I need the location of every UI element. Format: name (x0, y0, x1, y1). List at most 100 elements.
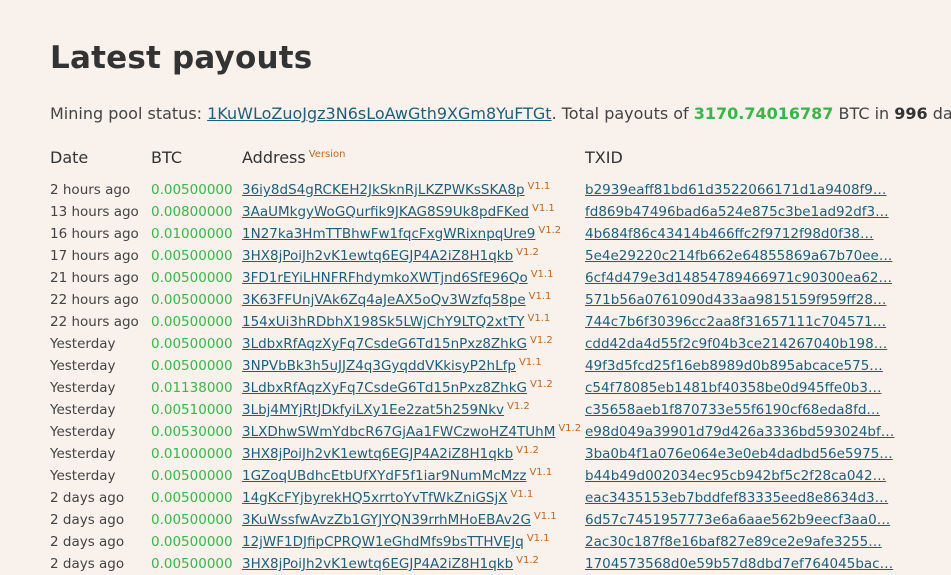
status-mid: . Total payouts of (551, 104, 694, 123)
payout-txid-cell: 5e4e29220c214fb662e64855869a67b70ee… (585, 248, 892, 264)
payout-txid-link[interactable]: 6d57c7451957773e6a6aae562b9eecf3aa0… (585, 512, 890, 528)
payout-address-link[interactable]: 3Lbj4MYjRtJDkfyiLXy1Ee2zat5h259Nkv (242, 402, 504, 418)
payout-address-link[interactable]: 3NPVbBk3h5uJJZ4q3GyqddVKkisyP2hLfp (242, 358, 516, 374)
payout-date: Yesterday (50, 380, 116, 396)
payout-amount: 0.00800000 (151, 204, 233, 220)
payout-version: V1.1 (526, 532, 550, 544)
payout-amount: 0.00500000 (151, 314, 233, 330)
payout-txid-link[interactable]: b44b49d002034ec95cb942bf5c2f28ca042… (585, 468, 886, 484)
payout-txid-link[interactable]: e98d049a39901d79d426a3336bd593024bf… (585, 424, 894, 440)
table-row: Yesterday 0.00500000 1GZoqUBdhcEtbUfXYdF5f… (0, 466, 951, 488)
payout-txid-link[interactable]: fd869b47496bad6a524e875c3be1ad92df3… (585, 204, 889, 220)
payout-version: V1.2 (538, 224, 562, 236)
payout-txid-link[interactable]: c54f78085eb1481bf40358be0d945ffe0b3… (585, 380, 881, 396)
payout-txid-link[interactable]: 49f3d5fcd25f16eb8989d0b895abcace575… (585, 358, 883, 374)
payout-txid-link[interactable]: 1704573568d0e59b57d8dbd7ef764045bac… (585, 556, 893, 572)
payout-date: Yesterday (50, 402, 116, 418)
payout-version: V1.2 (530, 378, 553, 390)
payout-address-link[interactable]: 3LdbxRfAqzXyFq7CsdeG6Td15nPxz8ZhkG (242, 336, 527, 352)
payout-date: Yesterday (50, 336, 116, 352)
payout-date: Yesterday (50, 446, 116, 462)
payout-txid-cell: 4b684f86c43414b466ffc2f9712f98d0f38… (585, 226, 874, 242)
table-row: Yesterday 0.01000000 3HX8jPoiJh2vK1ewtq6EG… (0, 444, 951, 466)
payout-date: 2 days ago (50, 490, 125, 506)
payout-address-link[interactable]: 1N27ka3HmTTBhwFw1fqcFxgWRixnpqUre9 (242, 226, 535, 242)
total-payouts-value: 3170.74016787 (693, 104, 834, 123)
payout-address-link[interactable]: 3HX8jPoiJh2vK1ewtq6EGJP4A2iZ8H1qkb (242, 446, 513, 462)
table-row: 22 hours ago 0.00500000 3K63FFUnjVAk6Zq4aJ… (0, 290, 951, 312)
payout-address-link[interactable]: 36iy8dS4gRCKEH2JkSknRjLKZPWKsSKA8p (242, 182, 525, 198)
payout-address-link[interactable]: 154xUi3hRDbhX198Sk5LWjChY9LTQ2xtTY (242, 314, 525, 330)
payout-txid-cell: c54f78085eb1481bf40358be0d945ffe0b3… (585, 380, 881, 396)
payout-date: 16 hours ago (50, 226, 139, 242)
payout-txid-link[interactable]: 3ba0b4f1a076e064e3e0eb4dadbd56e5975… (585, 446, 893, 462)
payout-txid-link[interactable]: c35658aeb1f870733e55f6190cf68eda8fd… (585, 402, 880, 418)
payout-address-link[interactable]: 14gKcFYjbyrekHQ5xrrtoYvTfWkZniGSjX (242, 490, 507, 506)
payout-address-cell: 3KuWssfwAvzZb1GYJYQN39rrhMHoEBAv2G V1.1 (242, 511, 557, 528)
table-row: Yesterday 0.00510000 3Lbj4MYjRtJDkfyiLXy1E… (0, 400, 951, 422)
payout-txid-cell: b44b49d002034ec95cb942bf5c2f28ca042… (585, 468, 886, 484)
payout-txid-link[interactable]: b2939eaff81bd61d3522066171d1a9408f9… (585, 182, 886, 198)
payout-address-cell: 3HX8jPoiJh2vK1ewtq6EGJP4A2iZ8H1qkb V1.2 (242, 554, 539, 572)
payout-txid-link[interactable]: 571b56a0761090d433aa9815159f959ff28… (585, 292, 886, 308)
payout-version: V1.1 (510, 488, 534, 500)
payout-txid-link[interactable]: 2ac30c187f8e16baf827e89ce2e9afe3255… (585, 534, 882, 550)
table-row: 13 hours ago 0.00800000 3AaUMkgyWoGQurfik9… (0, 202, 951, 224)
payout-txid-link[interactable]: 6cf4d479e3d14854789466971c90300ea62… (585, 270, 892, 286)
header-btc: BTC (151, 148, 182, 167)
payout-txid-cell: cdd42da4d55f2c9f04b3ce214267040b198… (585, 336, 887, 352)
payout-address-link[interactable]: 3KuWssfwAvzZb1GYJYQN39rrhMHoEBAv2G (242, 512, 531, 528)
payout-address-cell: 3LdbxRfAqzXyFq7CsdeG6Td15nPxz8ZhkG V1.2 (242, 378, 553, 396)
payout-txid-link[interactable]: 744c7b6f30396cc2aa8f31657111c704571… (585, 314, 886, 330)
payout-amount: 0.00510000 (151, 402, 233, 418)
payout-txid-cell: 49f3d5fcd25f16eb8989d0b895abcace575… (585, 358, 883, 374)
status-suffix: days. (932, 104, 951, 123)
payout-address-link[interactable]: 3AaUMkgyWoGQurfik9JKAG8S9Uk8pdFKed (242, 204, 529, 220)
payout-date: Yesterday (50, 468, 116, 484)
table-row: Yesterday 0.00500000 3NPVbBk3h5uJJZ4q3Gyqd… (0, 356, 951, 378)
payout-txid-link[interactable]: cdd42da4d55f2c9f04b3ce214267040b198… (585, 336, 887, 352)
page-title: Latest payouts (50, 40, 313, 76)
payout-amount: 0.00500000 (151, 336, 233, 352)
payout-address-link[interactable]: 3LXDhwSWmYdbcR67GjAa1FWCzwoHZ4TUhM (242, 424, 555, 440)
pool-status-line: Mining pool status: 1KuWLoZuoJgz3N6sLoAw… (50, 104, 951, 123)
payout-address-link[interactable]: 3LdbxRfAqzXyFq7CsdeG6Td15nPxz8ZhkG (242, 380, 527, 396)
days-count: 996 (894, 104, 928, 123)
payout-version: V1.2 (516, 444, 539, 456)
payout-address-link[interactable]: 12jWF1DJfipCPRQW1eGhdMfs9bsTTHVEJq (242, 534, 524, 550)
payout-address-link[interactable]: 3FD1rEYiLHNFRFhdymkoXWTjnd6SfE96Qo (242, 270, 528, 286)
payout-txid-cell: 744c7b6f30396cc2aa8f31657111c704571… (585, 314, 886, 330)
payout-txid-cell: fd869b47496bad6a524e875c3be1ad92df3… (585, 204, 889, 220)
payout-amount: 0.00500000 (151, 270, 233, 286)
payout-address-link[interactable]: 3K63FFUnjVAk6Zq4aJeAX5oQv3Wzfq58pe (242, 292, 526, 308)
pool-address-link[interactable]: 1KuWLoZuoJgz3N6sLoAwGth9XGm8YuFTGt (207, 104, 551, 123)
payouts-table-body: 2 hours ago 0.00500000 36iy8dS4gRCKEH2JkSk… (0, 180, 951, 575)
table-row: Yesterday 0.01138000 3LdbxRfAqzXyFq7CsdeG6… (0, 378, 951, 400)
payout-address-cell: 3AaUMkgyWoGQurfik9JKAG8S9Uk8pdFKed V1.1 (242, 203, 555, 220)
payout-txid-cell: b2939eaff81bd61d3522066171d1a9408f9… (585, 182, 886, 198)
payout-address-link[interactable]: 1GZoqUBdhcEtbUfXYdF5f1iar9NumMcMzz (242, 468, 526, 484)
payout-date: 2 days ago (50, 534, 125, 550)
payout-address-link[interactable]: 3HX8jPoiJh2vK1ewtq6EGJP4A2iZ8H1qkb (242, 248, 513, 264)
payout-amount: 0.00500000 (151, 248, 233, 264)
payout-amount: 0.00500000 (151, 468, 233, 484)
header-address-label: Address (242, 148, 306, 167)
payout-txid-link[interactable]: eac3435153eb7bddfef83335eed8e8634d3… (585, 490, 888, 506)
payout-amount: 0.00500000 (151, 358, 233, 374)
payout-version: V1.2 (516, 554, 539, 566)
status-prefix: Mining pool status: (50, 104, 208, 123)
payout-address-cell: 3HX8jPoiJh2vK1ewtq6EGJP4A2iZ8H1qkb V1.2 (242, 444, 539, 462)
payout-txid-link[interactable]: 4b684f86c43414b466ffc2f9712f98d0f38… (585, 226, 874, 242)
payout-version: V1.1 (527, 180, 551, 192)
table-row: 22 hours ago 0.00500000 154xUi3hRDbhX198Sk… (0, 312, 951, 334)
payout-address-link[interactable]: 3HX8jPoiJh2vK1ewtq6EGJP4A2iZ8H1qkb (242, 556, 513, 572)
payout-date: 17 hours ago (50, 248, 139, 264)
header-version-label: Version (308, 148, 346, 160)
payout-date: 22 hours ago (50, 314, 139, 330)
payout-txid-link[interactable]: 5e4e29220c214fb662e64855869a67b70ee… (585, 248, 892, 264)
table-row: 2 days ago 0.00500000 14gKcFYjbyrekHQ5xrrt… (0, 488, 951, 510)
payout-address-cell: 14gKcFYjbyrekHQ5xrrtoYvTfWkZniGSjX V1.1 (242, 488, 534, 506)
payout-amount: 0.01138000 (151, 380, 233, 396)
table-header: Date BTC Address Version TXID (0, 148, 951, 170)
payout-txid-cell: eac3435153eb7bddfef83335eed8e8634d3… (585, 490, 888, 506)
